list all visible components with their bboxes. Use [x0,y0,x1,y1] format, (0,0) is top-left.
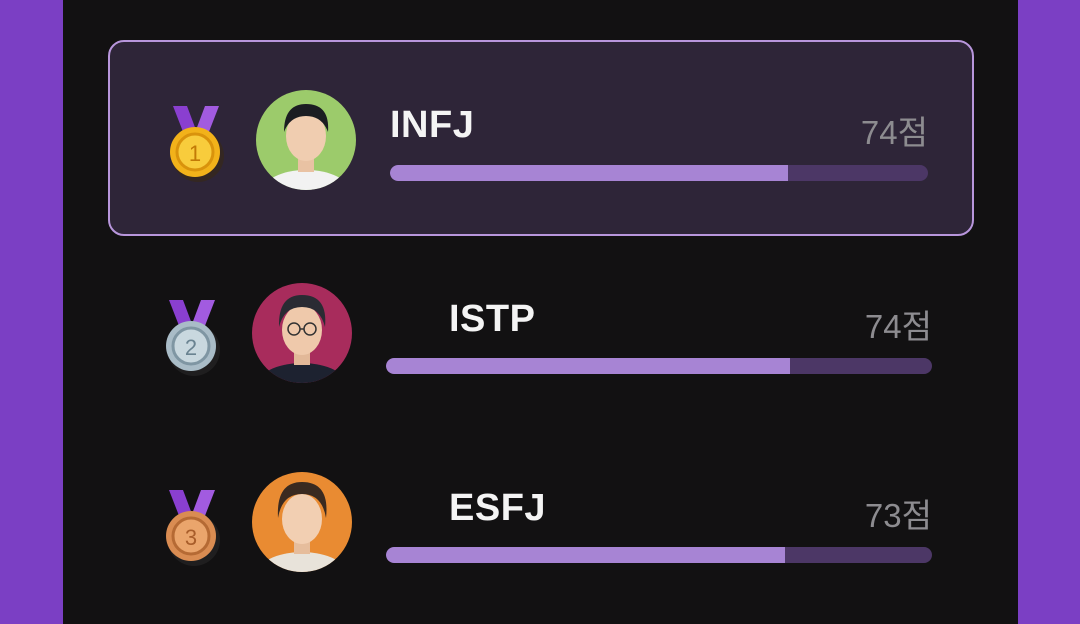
score-bar [386,358,932,374]
score-bar-fill [386,547,785,563]
type-name: ESFJ [449,487,547,529]
bronze-medal-icon: 3 [166,490,220,566]
medal-rank-text: 3 [185,525,197,550]
avatar [256,90,356,190]
score-bar-fill [386,358,791,374]
gold-medal-icon: 1 [170,106,224,182]
medal-rank-text: 2 [185,335,197,360]
score-bar [386,547,932,563]
type-name: ISTP [449,298,536,340]
silver-medal-icon: 2 [166,300,220,376]
avatar [252,283,352,383]
score-label: 74점 [860,114,928,151]
score-bar [390,165,928,181]
score-label: 73점 [864,497,932,534]
score-bar-fill [390,165,789,181]
medal-rank-text: 1 [189,141,201,166]
avatar [252,472,352,572]
ranking-panel: 1 INFJ 74점 2 ISTP 74점 3 ESFJ 73점 [63,0,1018,624]
score-label: 74점 [864,308,932,345]
type-name: INFJ [390,104,475,146]
